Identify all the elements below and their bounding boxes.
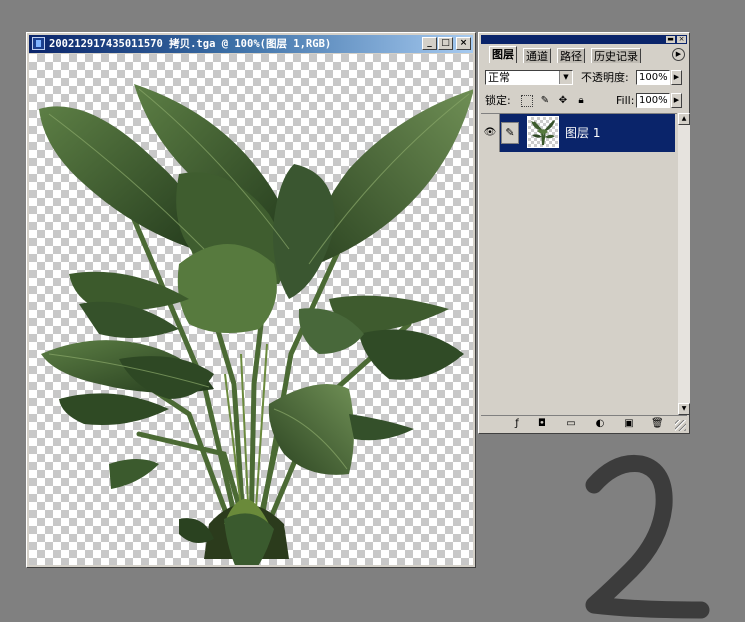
opacity-input[interactable]: 100% (636, 70, 670, 85)
layer-list[interactable]: 👁︎ ✎ 图层 1 (481, 113, 677, 416)
annotation-number-two (585, 454, 710, 619)
lock-label: 锁定: (485, 94, 511, 107)
new-layer-icon[interactable]: ▣ (623, 418, 635, 430)
palette-titlebar[interactable]: ▬ × (481, 35, 687, 44)
opacity-label: 不透明度: (581, 71, 629, 84)
document-titlebar[interactable]: 200212917435011570 拷贝.tga @ 100%(图层 1,RG… (29, 35, 473, 53)
scroll-down-button[interactable]: ▼ (678, 403, 690, 415)
chevron-down-icon: ▼ (559, 71, 572, 84)
trash-icon[interactable]: 🗑︎ (651, 418, 664, 430)
layer-list-scrollbar[interactable]: ▲ ▼ (677, 113, 690, 415)
image-canvas[interactable] (29, 54, 473, 565)
fill-label: Fill: (616, 94, 635, 107)
minimize-button[interactable]: _ (422, 37, 437, 50)
layers-palette[interactable]: ▬ × 图层 通道 路径 历史记录 ▶ 正常 ▼ 不透明度: 100% ▶ 锁定… (478, 32, 690, 434)
scroll-up-button[interactable]: ▲ (678, 113, 690, 125)
layer-row[interactable]: 👁︎ ✎ 图层 1 (481, 114, 675, 152)
maximize-button[interactable]: □ (438, 37, 453, 50)
tab-layers[interactable]: 图层 (489, 46, 517, 63)
blend-mode-select[interactable]: 正常 ▼ (485, 70, 573, 85)
layer-mask-icon[interactable]: ◘ (536, 418, 548, 430)
tab-history[interactable]: 历史记录 (591, 48, 641, 63)
new-set-icon[interactable]: ▭ (565, 418, 577, 430)
palette-tabs: 图层 通道 路径 历史记录 (481, 46, 687, 63)
photoshop-document-icon (32, 37, 45, 50)
lock-paint-brush-icon[interactable]: ✎ (539, 95, 551, 107)
eye-visibility-icon[interactable]: 👁︎ (481, 114, 500, 152)
fill-slider-button[interactable]: ▶ (671, 93, 682, 108)
tab-paths[interactable]: 路径 (557, 48, 585, 63)
layer-name[interactable]: 图层 1 (565, 114, 600, 152)
palette-menu-button[interactable]: ▶ (672, 48, 685, 61)
paintbrush-icon[interactable]: ✎ (501, 122, 519, 144)
palette-footer: ƒ ◘ ▭ ◐ ▣ 🗑︎ (481, 415, 687, 432)
tab-channels[interactable]: 通道 (523, 48, 551, 63)
palette-minimize-button[interactable]: ▬ (666, 36, 675, 43)
lock-move-icon[interactable]: ✥ (557, 95, 569, 107)
adjustment-layer-icon[interactable]: ◐ (594, 418, 606, 430)
opacity-slider-button[interactable]: ▶ (671, 70, 682, 85)
layer-style-icon[interactable]: ƒ (511, 418, 523, 430)
blend-mode-value: 正常 (488, 71, 510, 84)
close-button[interactable]: × (456, 37, 471, 50)
lock-all-icon[interactable]: 🔒︎ (575, 95, 587, 107)
palette-close-button[interactable]: × (677, 36, 686, 43)
lock-transparency-icon[interactable] (521, 95, 533, 107)
document-title: 200212917435011570 拷贝.tga @ 100%(图层 1,RG… (49, 38, 332, 50)
document-window[interactable]: 200212917435011570 拷贝.tga @ 100%(图层 1,RG… (26, 32, 476, 568)
fill-input[interactable]: 100% (636, 93, 670, 108)
layer-thumbnail (527, 116, 559, 148)
resize-grip[interactable] (675, 420, 686, 431)
plant-image (39, 84, 473, 565)
